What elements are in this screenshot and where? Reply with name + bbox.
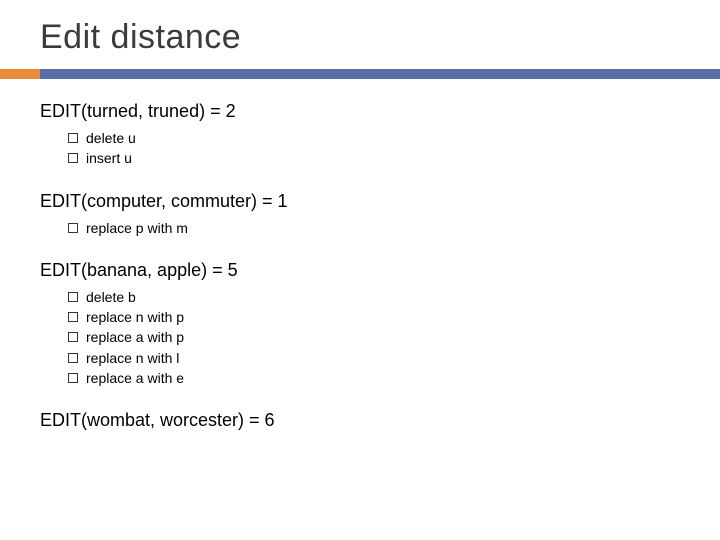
- list-item: insert u: [68, 148, 692, 168]
- edit-block: EDIT(turned, truned) = 2 delete u insert…: [40, 101, 692, 169]
- edit-block: EDIT(computer, commuter) = 1 replace p w…: [40, 191, 692, 238]
- block-heading: EDIT(wombat, worcester) = 6: [40, 410, 692, 431]
- list-item: replace n with l: [68, 348, 692, 368]
- list-item: replace n with p: [68, 307, 692, 327]
- list-item: replace p with m: [68, 218, 692, 238]
- list-item: delete u: [68, 128, 692, 148]
- block-heading: EDIT(computer, commuter) = 1: [40, 191, 692, 212]
- accent-blue-segment: [40, 69, 720, 79]
- edit-block: EDIT(wombat, worcester) = 6: [40, 410, 692, 431]
- edit-block: EDIT(banana, apple) = 5 delete b replace…: [40, 260, 692, 388]
- slide-title: Edit distance: [40, 18, 692, 57]
- accent-divider: [0, 69, 720, 79]
- block-list: replace p with m: [40, 218, 692, 238]
- block-list: delete u insert u: [40, 128, 692, 169]
- accent-orange-segment: [0, 69, 40, 79]
- block-heading: EDIT(turned, truned) = 2: [40, 101, 692, 122]
- list-item: replace a with p: [68, 327, 692, 347]
- slide-content: Edit distance EDIT(turned, truned) = 2 d…: [0, 0, 720, 457]
- block-heading: EDIT(banana, apple) = 5: [40, 260, 692, 281]
- block-list: delete b replace n with p replace a with…: [40, 287, 692, 388]
- list-item: delete b: [68, 287, 692, 307]
- list-item: replace a with e: [68, 368, 692, 388]
